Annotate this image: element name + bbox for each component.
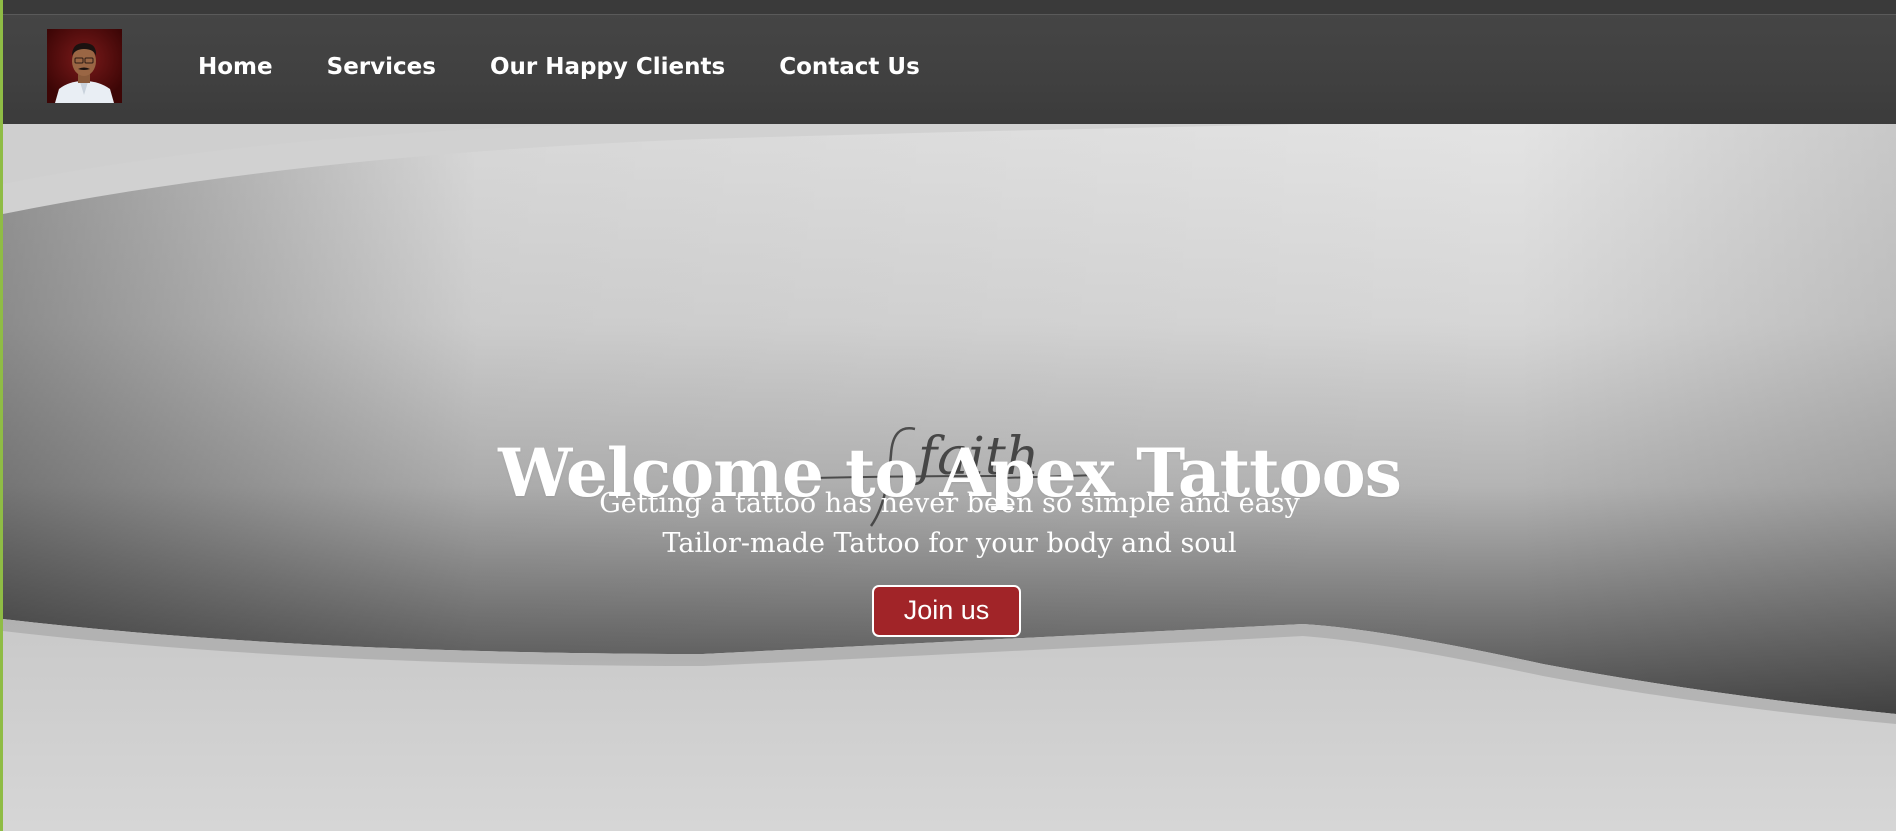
hero-section: faith Welcome to Apex Tattoos Getting a … xyxy=(3,124,1896,831)
nav-home-link[interactable]: Home xyxy=(198,54,273,80)
page: Home Services Our Happy Clients Contact … xyxy=(0,0,1896,831)
nav-contact-link[interactable]: Contact Us xyxy=(779,54,920,80)
person-photo-icon xyxy=(47,29,122,103)
hero-subtitle-line-2: Tailor-made Tattoo for your body and sou… xyxy=(662,528,1237,559)
nav-happy-clients-link[interactable]: Our Happy Clients xyxy=(490,54,725,80)
left-edge-accent xyxy=(0,0,3,831)
nav-services-link[interactable]: Services xyxy=(327,54,436,80)
top-strip xyxy=(0,0,1896,15)
join-us-button[interactable]: Join us xyxy=(872,585,1021,637)
site-header: Home Services Our Happy Clients Contact … xyxy=(3,14,1896,124)
hero-subtitle-line-1: Getting a tattoo has never been so simpl… xyxy=(599,488,1300,519)
main-nav: Home Services Our Happy Clients Contact … xyxy=(198,54,920,80)
logo-avatar[interactable] xyxy=(47,29,122,103)
